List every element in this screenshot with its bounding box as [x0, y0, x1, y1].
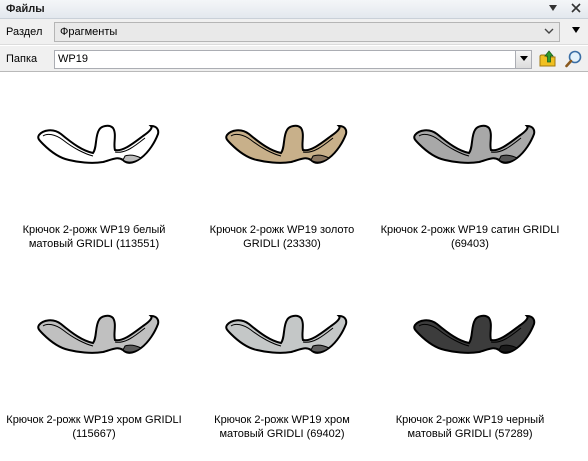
- file-item[interactable]: Крючок 2-рожк WP19 хром GRIDLI (115667): [0, 263, 188, 443]
- file-caption-line2: (69403): [451, 238, 489, 250]
- file-caption: Крючок 2-рожк WP19 хром GRIDLI (115667): [0, 413, 188, 441]
- file-caption-line1: Крючок 2-рожк WP19 хром GRIDLI: [6, 414, 182, 426]
- hook-thumbnail: [37, 314, 160, 354]
- triangle-down-icon[interactable]: [571, 25, 581, 38]
- file-caption: Крючок 2-рожк WP19 белый матовый GRIDLI (…: [0, 223, 188, 251]
- section-label: Раздел: [6, 26, 43, 38]
- file-caption: Крючок 2-рожк WP19 сатин GRIDLI (69403): [376, 223, 564, 251]
- hook-thumbnail: [413, 314, 536, 354]
- close-icon[interactable]: [569, 2, 583, 16]
- panel-title: Файлы: [6, 3, 45, 15]
- file-caption-line2: GRIDLI (23330): [243, 238, 321, 250]
- file-caption: Крючок 2-рожк WP19 черный матовый GRIDLI …: [376, 413, 564, 441]
- folder-label: Папка: [6, 53, 38, 65]
- file-caption-line1: Крючок 2-рожк WP19 золото: [209, 224, 355, 236]
- file-caption-line2: матовый GRIDLI (113551): [28, 238, 160, 250]
- file-caption-line2: (115667): [72, 428, 116, 440]
- hook-thumbnail: [37, 124, 160, 164]
- file-caption-line1: Крючок 2-рожк WP19 белый: [22, 224, 166, 236]
- section-select[interactable]: Фрагменты: [54, 22, 560, 42]
- file-caption-line1: Крючок 2-рожк WP19 сатин GRIDLI: [380, 224, 560, 236]
- file-caption-line1: Крючок 2-рожк WP19 хром: [214, 414, 350, 426]
- file-caption: Крючок 2-рожк WP19 золото GRIDLI (23330): [188, 223, 376, 251]
- panel-titlebar: Файлы: [0, 0, 588, 19]
- section-row: Раздел Фрагменты: [0, 19, 588, 45]
- pin-icon[interactable]: [546, 2, 560, 16]
- hook-thumbnail: [413, 124, 536, 164]
- file-caption: Крючок 2-рожк WP19 хром матовый GRIDLI (6…: [188, 413, 376, 441]
- folder-up-icon[interactable]: [538, 49, 558, 69]
- file-item[interactable]: Крючок 2-рожк WP19 хром матовый GRIDLI (6…: [188, 263, 376, 443]
- folder-row: Папка WP19: [0, 46, 588, 72]
- file-caption-line2: матовый GRIDLI (57289): [407, 428, 533, 440]
- dropdown-arrow-icon[interactable]: [515, 51, 531, 68]
- file-item[interactable]: Крючок 2-рожк WP19 белый матовый GRIDLI (…: [0, 73, 188, 253]
- file-item[interactable]: Крючок 2-рожк WP19 золото GRIDLI (23330): [188, 73, 376, 253]
- file-caption-line1: Крючок 2-рожк WP19 черный: [395, 414, 545, 426]
- folder-value: WP19: [58, 53, 88, 65]
- hook-thumbnail: [225, 314, 348, 354]
- magnifier-icon[interactable]: [564, 49, 584, 69]
- file-item[interactable]: Крючок 2-рожк WP19 черный матовый GRIDLI …: [376, 263, 564, 443]
- folder-select[interactable]: WP19: [54, 50, 532, 69]
- section-value: Фрагменты: [60, 26, 118, 38]
- file-item[interactable]: Крючок 2-рожк WP19 сатин GRIDLI (69403): [376, 73, 564, 253]
- file-caption-line2: матовый GRIDLI (69402): [219, 428, 345, 440]
- hook-thumbnail: [225, 124, 348, 164]
- chevron-down-icon: [543, 24, 555, 41]
- file-grid: Крючок 2-рожк WP19 белый матовый GRIDLI (…: [0, 73, 588, 461]
